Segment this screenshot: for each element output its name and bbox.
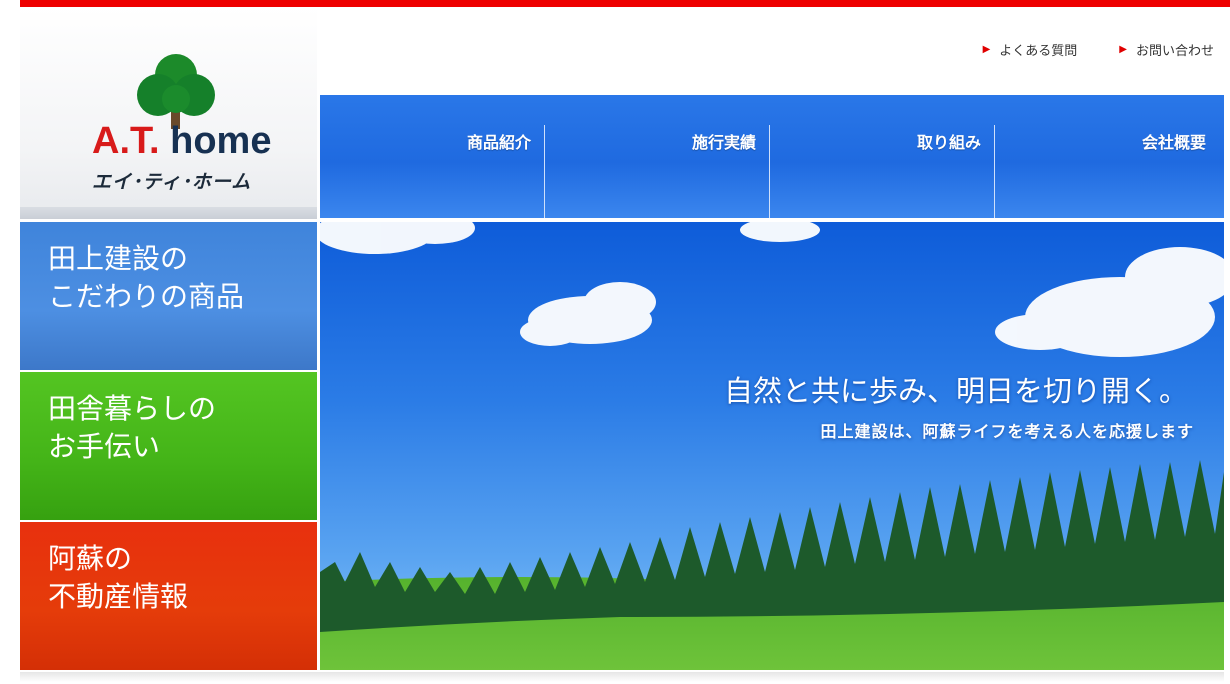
contact-link-label: お問い合わせ (1135, 44, 1214, 59)
nav-item-initiatives[interactable]: 取り組み (770, 95, 995, 218)
brand-kana: エイ･ティ･ホーム (92, 172, 252, 193)
hero-banner: 自然と共に歩み、明日を切り開く。 田上建設は、阿蘇ライフを考える人を応援します (320, 222, 1224, 670)
nav-item-company[interactable]: 会社概要 (995, 95, 1220, 218)
nav-item-label: 会社概要 (1141, 133, 1206, 152)
nav-item-works[interactable]: 施行実績 (545, 95, 770, 218)
arrow-right-icon: ▶ (1119, 44, 1127, 55)
sidebar-item-real-estate[interactable]: 阿蘇の 不動産情報 (20, 522, 317, 670)
contact-link[interactable]: ▶ お問い合わせ (1119, 40, 1214, 59)
brand-name-prefix: A.T. (92, 120, 160, 162)
faq-link[interactable]: ▶ よくある質問 (983, 40, 1078, 59)
utility-links: ▶ よくある質問 ▶ お問い合わせ (983, 40, 1214, 59)
global-nav: 商品紹介 施行実績 取り組み 会社概要 (320, 95, 1224, 218)
arrow-right-icon: ▶ (982, 44, 991, 55)
brand-name: A.T. home (92, 119, 271, 163)
sidebar-item-products[interactable]: 田上建設の こだわりの商品 (20, 222, 317, 370)
hero-landscape-image (320, 222, 1224, 670)
faq-link-label: よくある質問 (999, 44, 1078, 59)
brand-name-suffix: home (159, 120, 272, 162)
sidebar-item-country-living[interactable]: 田舎暮らしの お手伝い (20, 372, 317, 520)
sidebar-item-label: 田上建設の こだわりの商品 (48, 242, 245, 313)
nav-item-label: 取り組み (916, 133, 981, 152)
nav-item-products[interactable]: 商品紹介 (320, 95, 545, 218)
hero-subline: 田上建設は、阿蘇ライフを考える人を応援します (820, 422, 1194, 441)
nav-item-label: 商品紹介 (466, 133, 531, 152)
top-accent-bar (20, 0, 1230, 7)
logo-divider (20, 207, 317, 219)
nav-item-label: 施行実績 (691, 133, 756, 152)
sidebar-item-label: 田舎暮らしの お手伝い (48, 392, 217, 463)
hero-headline: 自然と共に歩み、明日を切り開く。 (723, 374, 1188, 408)
sidebar-item-label: 阿蘇の 不動産情報 (48, 542, 189, 613)
site-logo[interactable]: A.T. home エイ･ティ･ホーム (20, 7, 317, 210)
bottom-shadow (20, 672, 1224, 682)
